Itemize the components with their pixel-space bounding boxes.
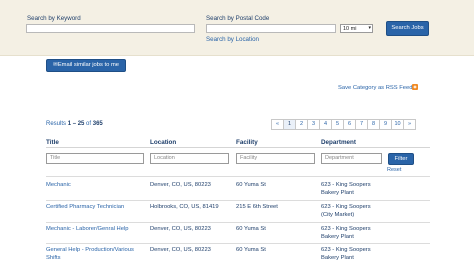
column-header-department: Department xyxy=(321,139,356,146)
email-similar-jobs-button[interactable]: ✉Email similar jobs to me xyxy=(46,59,126,72)
job-location: Denver, CO, US, 80223 xyxy=(150,226,211,232)
reset-link[interactable]: Reset xyxy=(387,167,401,173)
results-total: 365 xyxy=(92,121,103,127)
row-divider xyxy=(46,243,430,244)
results-of: of xyxy=(86,121,92,127)
job-department: 623 - King Soopers Bakery Plant xyxy=(321,226,371,240)
search-by-location-link[interactable]: Search by Location xyxy=(206,36,259,43)
column-header-location: Location xyxy=(150,139,177,146)
radius-value: 10 mi xyxy=(343,26,357,32)
filter-button[interactable]: Filter xyxy=(388,153,414,165)
row-divider xyxy=(46,200,430,201)
results-prefix: Results xyxy=(46,121,67,127)
job-facility: 60 Yuma St xyxy=(236,247,266,253)
job-department: 623 - King Soopers Bakery Plant xyxy=(321,182,371,196)
column-header-facility: Facility xyxy=(236,139,258,146)
location-filter-input[interactable]: Location xyxy=(150,153,229,164)
postal-code-input[interactable] xyxy=(206,24,336,33)
keyword-label: Search by Keyword xyxy=(27,15,81,22)
rss-icon[interactable]: ◉ xyxy=(412,84,418,90)
results-range: 1 – 25 xyxy=(67,121,85,127)
job-department: 623 - King Soopers Bakery Plant xyxy=(321,247,371,261)
job-facility: 60 Yuma St xyxy=(236,226,266,232)
header-divider xyxy=(46,147,430,148)
radius-select[interactable]: 10 mi ▾ xyxy=(340,24,373,33)
column-header-title: Title xyxy=(46,139,59,146)
row-divider xyxy=(46,176,430,177)
postal-code-label: Search by Postal Code xyxy=(206,15,270,22)
pagination-next[interactable]: » xyxy=(403,119,416,130)
chevron-down-icon: ▾ xyxy=(368,25,371,31)
rss-feed-link[interactable]: Save Category as RSS Feed xyxy=(338,85,412,91)
job-facility: 215 E 6th Street xyxy=(236,204,278,210)
job-title-link[interactable]: Certified Pharmacy Technician xyxy=(46,204,146,212)
keyword-input[interactable] xyxy=(26,24,195,33)
search-jobs-button[interactable]: Search Jobs xyxy=(386,21,429,36)
job-title-link[interactable]: Mechanic xyxy=(46,182,146,190)
job-location: Denver, CO, US, 80223 xyxy=(150,182,211,188)
job-department: 623 - King Soopers (City Market) xyxy=(321,204,371,218)
title-filter-input[interactable]: Title xyxy=(46,153,144,164)
job-location: Holbrooks, CO, US, 81419 xyxy=(150,204,219,210)
job-title-link[interactable]: General Help - Production/Various Shifts xyxy=(46,247,146,262)
job-title-link[interactable]: Mechanic - Laborer/Genral Help xyxy=(46,226,146,234)
job-location: Denver, CO, US, 80223 xyxy=(150,247,211,253)
department-filter-input[interactable]: Department xyxy=(321,153,382,164)
row-divider xyxy=(46,222,430,223)
results-summary: Results 1 – 25 of 365 xyxy=(46,121,103,127)
email-button-label: Email similar jobs to me xyxy=(57,62,120,68)
pagination: « 1 2 3 4 5 6 7 8 9 10 » xyxy=(271,119,416,130)
facility-filter-input[interactable]: Facility xyxy=(236,153,315,164)
job-facility: 60 Yuma St xyxy=(236,182,266,188)
